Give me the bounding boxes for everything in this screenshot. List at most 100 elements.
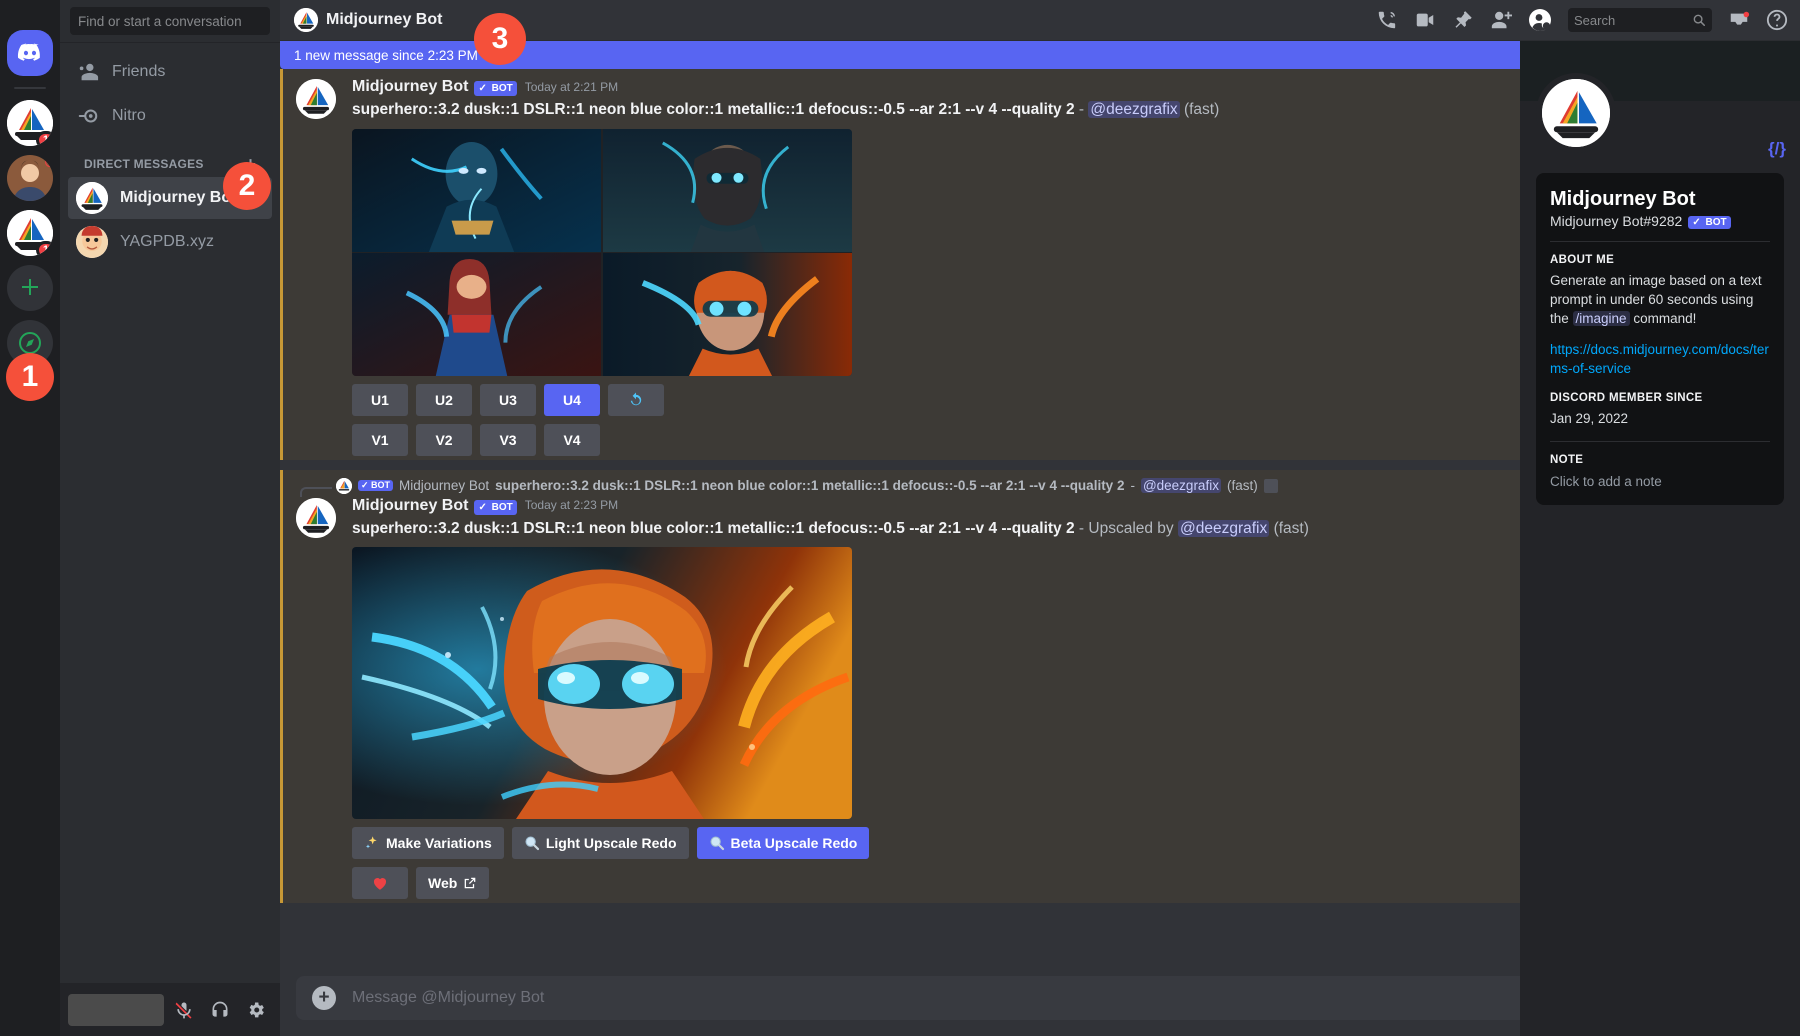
user-mention[interactable]: @deezgrafix: [1141, 478, 1221, 493]
dm-sidebar: Friends Nitro DIRECT MESSAGES + Midjourn…: [60, 0, 280, 1036]
heart-icon: [371, 874, 389, 892]
profile-display-name: Midjourney Bot: [1550, 187, 1770, 211]
profile-avatar[interactable]: [1536, 73, 1616, 153]
deafen-headphones-icon[interactable]: [204, 994, 236, 1026]
reply-spine: [300, 487, 332, 497]
pin-icon[interactable]: [1452, 9, 1474, 31]
user-mention[interactable]: @deezgrafix: [1178, 520, 1269, 537]
image-tile-4: [603, 253, 852, 376]
user-settings-gear-icon[interactable]: [240, 994, 272, 1026]
upscale-u3-button[interactable]: U3: [480, 384, 536, 416]
mention-indicator: @: [44, 155, 53, 168]
dm-item-yagpdb[interactable]: YAGPDB.xyz: [68, 221, 272, 263]
call-icon[interactable]: [1376, 9, 1398, 31]
external-link-icon: [463, 876, 477, 890]
nitro-icon: [76, 104, 100, 128]
image-tile-3: [352, 253, 601, 376]
variation-v1-button[interactable]: V1: [352, 424, 408, 456]
profile-icon[interactable]: [1528, 8, 1552, 32]
beta-upscale-redo-button[interactable]: Beta Upscale Redo: [697, 827, 870, 859]
dm-item-label: Midjourney Bot: [120, 189, 236, 207]
avatar[interactable]: [296, 498, 336, 538]
user-mention[interactable]: @deezgrafix: [1088, 101, 1179, 118]
sidebar-item-label: Nitro: [112, 107, 146, 125]
message-prompt: superhero::3.2 dusk::1 DSLR::1 neon blue…: [352, 101, 1075, 118]
about-text-part-2: command!: [1630, 311, 1697, 326]
page-title: Midjourney Bot: [326, 11, 442, 29]
button-label: Beta Upscale Redo: [731, 835, 858, 851]
sidebar-item-label: Friends: [112, 63, 165, 81]
make-variations-button[interactable]: Make Variations: [352, 827, 504, 859]
variation-v2-button[interactable]: V2: [416, 424, 472, 456]
message-author[interactable]: Midjourney Bot: [352, 496, 468, 517]
sidebar-item-nitro[interactable]: Nitro: [68, 95, 272, 137]
developer-portal-icon[interactable]: {/}: [1768, 139, 1786, 159]
search-icon: [1692, 13, 1706, 27]
header-icons: Search: [1376, 8, 1788, 32]
reroll-refresh-button[interactable]: [608, 384, 664, 416]
upscale-u4-button[interactable]: U4: [544, 384, 600, 416]
generated-image-grid[interactable]: [352, 129, 852, 376]
direct-messages-label: DIRECT MESSAGES: [84, 157, 204, 171]
add-server-button[interactable]: [7, 265, 53, 311]
bot-badge: ✓ BOT: [474, 500, 516, 515]
unread-badge: 1: [36, 131, 53, 146]
reply-suffix: (fast): [1227, 478, 1258, 493]
note-label: NOTE: [1550, 454, 1770, 466]
user-status-bar: [60, 983, 280, 1036]
callout-badge-1: 1: [6, 353, 54, 401]
reply-separator: -: [1130, 478, 1135, 493]
add-friend-icon[interactable]: [1490, 9, 1512, 31]
search-input[interactable]: Search: [1568, 8, 1712, 32]
attachment-icon: [1264, 479, 1278, 493]
bot-badge: ✓ BOT: [474, 81, 516, 96]
inbox-icon[interactable]: [1728, 9, 1750, 31]
upscaled-image[interactable]: [352, 547, 852, 819]
server-home-button[interactable]: [7, 30, 53, 76]
sidebar-item-friends[interactable]: Friends: [68, 51, 272, 93]
video-icon[interactable]: [1414, 9, 1436, 31]
server-photo[interactable]: @: [7, 155, 53, 201]
variation-v3-button[interactable]: V3: [480, 424, 536, 456]
reply-author: Midjourney Bot: [399, 478, 489, 493]
button-label: Web: [428, 875, 457, 891]
message-prompt: superhero::3.2 dusk::1 DSLR::1 neon blue…: [352, 520, 1075, 537]
magnifier-icon: [524, 835, 540, 851]
add-attachment-button[interactable]: +: [312, 986, 336, 1010]
mute-microphone-icon[interactable]: [168, 994, 200, 1026]
about-me-text: Generate an image based on a text prompt…: [1550, 272, 1770, 329]
server-sail-1[interactable]: 1: [7, 100, 53, 146]
callout-badge-3: 3: [474, 13, 526, 65]
rail-divider: [14, 87, 46, 89]
light-upscale-redo-button[interactable]: Light Upscale Redo: [512, 827, 689, 859]
message-separator: -: [1075, 101, 1089, 118]
member-since-value: Jan 29, 2022: [1550, 410, 1770, 429]
search-placeholder: Search: [1574, 13, 1615, 28]
profile-username: Midjourney Bot#9282: [1550, 213, 1682, 229]
note-section: NOTE Click to add a note: [1550, 454, 1770, 491]
about-me-label: ABOUT ME: [1550, 254, 1770, 266]
user-profile-panel: {/} Midjourney Bot Midjourney Bot#9282 ✓…: [1520, 41, 1800, 1036]
member-since-label: DISCORD MEMBER SINCE: [1550, 392, 1770, 404]
discord-window: 1 @ 1 Friends: [0, 0, 1800, 1036]
help-icon[interactable]: [1766, 9, 1788, 31]
bot-badge: ✓ BOT: [358, 480, 393, 491]
avatar: [76, 182, 108, 214]
favorite-heart-button[interactable]: [352, 867, 408, 899]
message-input[interactable]: Message @Midjourney Bot: [352, 989, 1586, 1007]
terms-of-service-link[interactable]: https://docs.midjourney.com/docs/terms-o…: [1550, 341, 1770, 379]
upscale-u1-button[interactable]: U1: [352, 384, 408, 416]
avatar[interactable]: [296, 79, 336, 119]
server-rail: 1 @ 1: [0, 0, 60, 1036]
upscale-u2-button[interactable]: U2: [416, 384, 472, 416]
reply-text: superhero::3.2 dusk::1 DSLR::1 neon blue…: [495, 478, 1124, 493]
server-sail-2[interactable]: 1: [7, 210, 53, 256]
variation-v4-button[interactable]: V4: [544, 424, 600, 456]
open-web-button[interactable]: Web: [416, 867, 489, 899]
note-input[interactable]: Click to add a note: [1550, 472, 1770, 491]
dm-nav-list: Friends Nitro DIRECT MESSAGES + Midjourn…: [60, 43, 280, 263]
message-author[interactable]: Midjourney Bot: [352, 77, 468, 98]
find-conversation-input[interactable]: [70, 7, 270, 35]
current-user-panel[interactable]: [68, 994, 164, 1026]
unread-badge: 1: [36, 241, 53, 256]
